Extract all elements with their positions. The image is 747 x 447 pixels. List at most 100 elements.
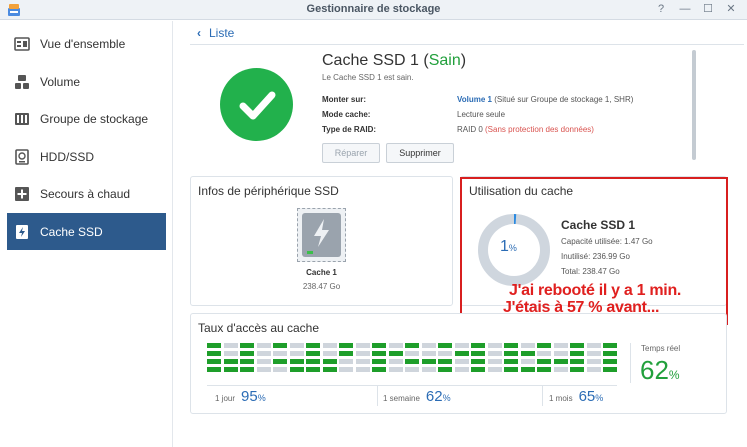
device-name: Cache 1	[306, 268, 337, 277]
miss-cell	[454, 359, 469, 364]
hit-cell	[537, 343, 551, 348]
sidebar-item-storage-pool[interactable]: Groupe de stockage	[7, 100, 166, 137]
stat-divider	[207, 385, 377, 386]
miss-cell	[586, 367, 601, 372]
miss-cell	[421, 343, 436, 348]
hit-cell	[537, 359, 551, 364]
sidebar-item-label: HDD/SSD	[40, 149, 95, 164]
hit-cell	[504, 359, 518, 364]
miss-cell	[454, 343, 469, 348]
sidebar-item-ssd-cache[interactable]: Cache SSD	[7, 213, 166, 250]
miss-cell	[256, 359, 271, 364]
miss-cell	[454, 367, 469, 372]
close-button[interactable]: ✕	[724, 2, 738, 16]
miss-cell	[487, 351, 502, 356]
sidebar-item-overview[interactable]: Vue d'ensemble	[7, 25, 166, 62]
realtime-divider	[630, 343, 631, 383]
miss-cell	[553, 367, 568, 372]
hit-cell	[438, 343, 452, 348]
miss-cell	[438, 351, 452, 356]
hit-cell	[306, 367, 320, 372]
miss-cell	[388, 343, 403, 348]
annotation-line-1: J'ai rebooté il y a 1 min.	[509, 282, 682, 299]
stat-divider	[542, 385, 617, 386]
sidebar-item-label: Cache SSD	[40, 224, 103, 239]
miss-cell	[586, 359, 601, 364]
hit-cell	[504, 343, 518, 348]
field-value: RAID 0 (Sans protection des données)	[457, 125, 594, 134]
hit-cell	[438, 367, 452, 372]
back-to-list-link[interactable]: ‹ Liste	[197, 26, 234, 40]
hit-cell	[520, 351, 535, 356]
hit-cell	[603, 359, 617, 364]
stat-1-month: 1 mois 65%	[549, 388, 603, 405]
hit-cell	[454, 351, 469, 356]
hit-cell	[306, 343, 320, 348]
miss-cell	[273, 351, 287, 356]
hit-cell	[339, 351, 353, 356]
ssd-device-icon	[297, 208, 346, 262]
realtime-value: 62%	[640, 355, 680, 386]
stat-1-week: 1 semaine 62%	[383, 388, 451, 405]
miss-cell	[355, 351, 370, 356]
sidebar-item-hot-spare[interactable]: Secours à chaud	[7, 175, 166, 212]
sidebar-item-label: Volume	[40, 74, 81, 89]
hit-cell	[223, 359, 238, 364]
maximize-button[interactable]: ☐	[701, 2, 715, 16]
hit-cell	[553, 359, 568, 364]
stat-label: 1 jour	[215, 394, 236, 403]
miss-cell	[586, 343, 601, 348]
hit-cell	[388, 351, 403, 356]
miss-cell	[537, 351, 551, 356]
hit-cell	[306, 351, 320, 356]
field-key: Type de RAID:	[322, 125, 377, 134]
miss-cell	[487, 367, 502, 372]
realtime-unit: %	[668, 368, 680, 382]
miss-cell	[339, 367, 353, 372]
sidebar-item-hdd-ssd[interactable]: HDD/SSD	[7, 138, 166, 175]
miss-cell	[487, 343, 502, 348]
realtime-number: 62	[640, 355, 669, 385]
hit-cell	[223, 367, 238, 372]
hit-cell	[520, 367, 535, 372]
hit-cell	[405, 359, 419, 364]
miss-cell	[355, 359, 370, 364]
storage-pool-icon	[13, 110, 31, 128]
miss-cell	[421, 351, 436, 356]
hit-cell	[306, 359, 320, 364]
hit-cell	[537, 367, 551, 372]
sidebar-item-volume[interactable]: Volume	[7, 63, 166, 100]
scrollbar[interactable]	[692, 50, 696, 160]
hit-cell	[603, 367, 617, 372]
miss-cell	[256, 367, 271, 372]
hit-cell	[421, 359, 436, 364]
help-button[interactable]: ?	[654, 2, 668, 16]
miss-cell	[520, 359, 535, 364]
miss-cell	[487, 359, 502, 364]
hit-cell	[273, 343, 287, 348]
delete-button[interactable]: Supprimer	[386, 143, 454, 163]
volume-link[interactable]: Volume 1	[457, 95, 492, 104]
stat-number: 95	[241, 388, 258, 405]
hit-cell	[372, 359, 386, 364]
minimize-button[interactable]: —	[678, 2, 692, 16]
healthy-check-icon	[220, 68, 293, 141]
miss-cell	[322, 351, 337, 356]
ssd-cache-icon	[13, 223, 31, 241]
window-title: Gestionnaire de stockage	[306, 3, 441, 15]
hit-cell	[471, 359, 485, 364]
field-value: Lecture seule	[457, 110, 506, 119]
hit-cell	[504, 351, 518, 356]
realtime-label: Temps réel	[641, 344, 681, 353]
hit-cell	[207, 359, 221, 364]
repair-button[interactable]: Réparer	[322, 143, 380, 163]
field-key: Monter sur:	[322, 95, 366, 104]
stat-unit: %	[257, 393, 266, 403]
miss-cell	[586, 351, 601, 356]
back-label: Liste	[209, 26, 235, 40]
hit-rate-title: Taux d'accès au cache	[198, 321, 320, 335]
title-bar: Gestionnaire de stockage ? — ☐ ✕	[0, 0, 747, 20]
hit-cell	[372, 367, 386, 372]
hit-cell	[471, 351, 485, 356]
stat-value: 95%	[241, 388, 266, 405]
